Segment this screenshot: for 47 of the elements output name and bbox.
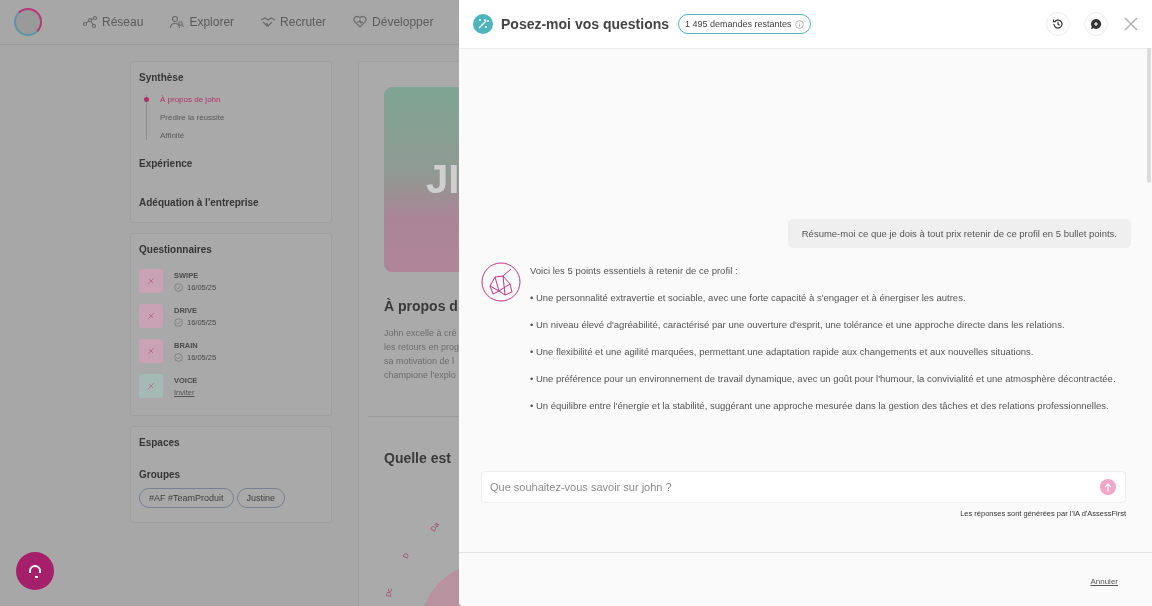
check-circle-icon bbox=[174, 352, 183, 362]
check-circle-icon bbox=[174, 317, 183, 327]
bullet-point: • Un niveau élevé d'agréabilité, caractérisé par une ouverture d'esprit, une tolérance et une approche directe dans les relations. bbox=[530, 319, 1066, 330]
history-button[interactable] bbox=[1046, 12, 1070, 36]
bullet-point: • Un équilibre entre l'énergie et la stabilité, suggérant une approche mesurée dans la gestion des tâches et des relations professionnelles. bbox=[530, 400, 1110, 411]
arrow-up-icon bbox=[1104, 482, 1112, 492]
check-circle-icon bbox=[174, 282, 183, 292]
profile-banner: JI bbox=[384, 87, 459, 272]
nav-link[interactable]: Explorer bbox=[169, 15, 235, 29]
people-icon bbox=[169, 15, 186, 29]
logo-icon[interactable] bbox=[14, 8, 42, 36]
nav-subitem[interactable]: Prédire la réussite bbox=[160, 113, 323, 122]
cancel-link[interactable]: Annuler bbox=[1090, 577, 1118, 586]
handshake-icon bbox=[260, 15, 277, 29]
section-heading: Quelle est bbox=[384, 450, 452, 466]
chat-bubble-icon bbox=[1090, 18, 1102, 30]
support-button[interactable] bbox=[16, 552, 54, 590]
headset-icon bbox=[28, 564, 42, 578]
section-heading: À propos d bbox=[384, 298, 459, 314]
heart-icon bbox=[352, 15, 369, 29]
nav-link[interactable]: Recruter bbox=[260, 15, 327, 29]
nav-subitem[interactable]: Affinité bbox=[160, 131, 323, 140]
history-icon bbox=[1052, 18, 1064, 30]
active-dot bbox=[144, 97, 149, 102]
magic-wand-icon bbox=[473, 14, 493, 34]
section-title: Groupes bbox=[139, 469, 182, 480]
nav-subitem[interactable]: À propos de john bbox=[160, 95, 323, 104]
section-title: Questionnaires bbox=[139, 244, 213, 255]
question-input[interactable]: Que souhaitez-vous savoir sur john ? bbox=[481, 471, 1126, 503]
info-icon bbox=[794, 19, 804, 29]
section-title[interactable]: Synthèse bbox=[139, 72, 323, 83]
assistant-message: Voici les 5 points essentiels à retenir de ce profil : bbox=[530, 265, 739, 276]
section-title[interactable]: Adéquation à l'entreprise bbox=[139, 197, 323, 208]
nav-link[interactable]: Développer bbox=[352, 15, 434, 29]
panel-title: Posez-moi vos questions bbox=[501, 16, 670, 32]
user-message: Résume-moi ce que je dois à tout prix retenir de ce profil en 5 bullet points. bbox=[787, 219, 1131, 248]
bullet-point: • Une personnalité extravertie et sociable, avec une forte capacité à s'engager et à énergiser les autres. bbox=[530, 292, 967, 303]
network-icon bbox=[82, 15, 98, 29]
section-title[interactable]: Espaces bbox=[139, 437, 323, 448]
nav-link[interactable]: Réseau bbox=[82, 15, 144, 29]
close-button[interactable] bbox=[1124, 17, 1138, 31]
new-chat-button[interactable] bbox=[1084, 12, 1108, 36]
bullet-point: • Une préférence pour un environnement de travail dynamique, avec un goût pour l'humour, la convivialité et une atmosphère décontractée. bbox=[530, 373, 1116, 384]
close-icon bbox=[1124, 17, 1138, 31]
bullet-point: • Une flexibilité et une agilité marquées, permettant une adaptation rapide aux changements et aux nouvelles situations. bbox=[530, 346, 1035, 357]
unicorn-avatar-icon bbox=[481, 262, 521, 302]
section-title[interactable]: Expérience bbox=[139, 158, 323, 169]
